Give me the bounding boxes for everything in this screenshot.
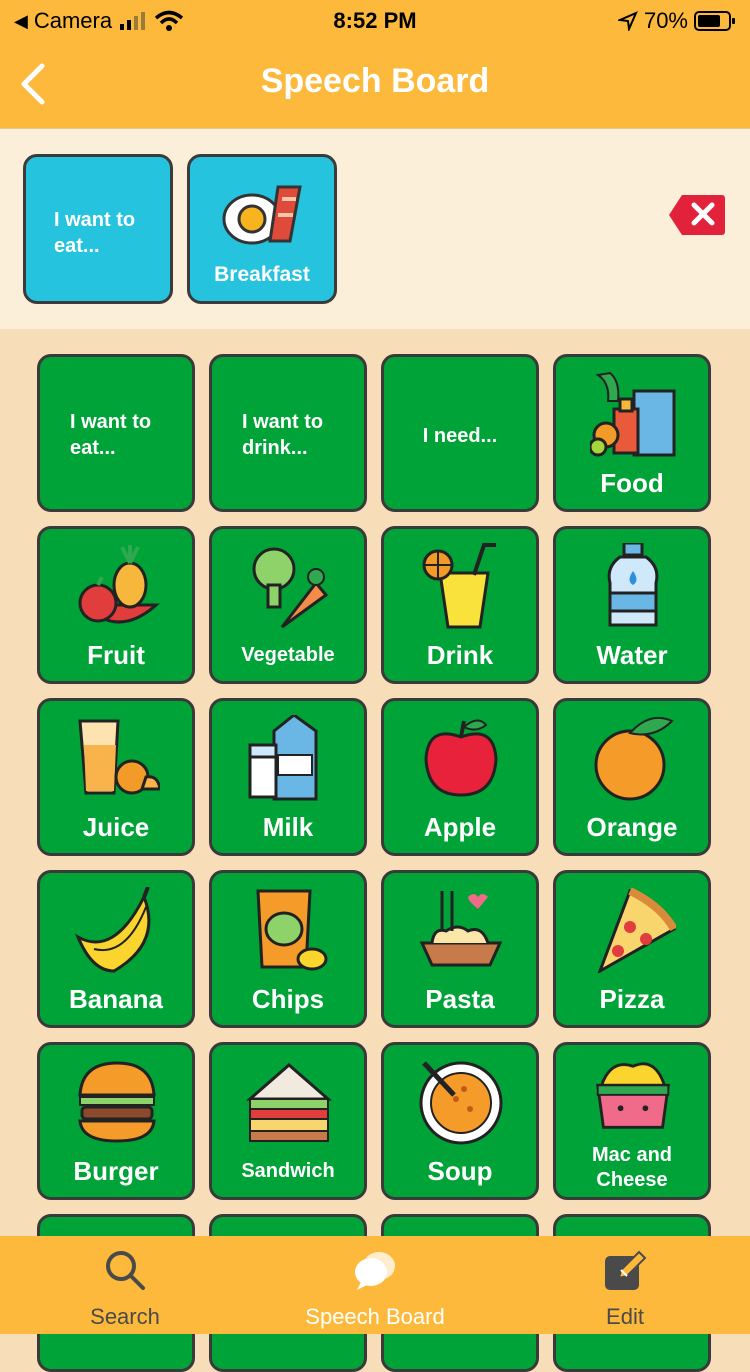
battery-percent: 70% (643, 8, 688, 33)
tile-text: I need... (422, 425, 498, 447)
tab-label: Edit (606, 1304, 644, 1329)
sentence-tile-text: I want to eat... (54, 209, 136, 257)
soup-icon (419, 1061, 503, 1145)
tile-i-want-to-drink[interactable]: I want to drink... (209, 354, 367, 512)
sentence-tile-breakfast[interactable]: Breakfast (187, 154, 337, 304)
tile-label: Apple (423, 812, 497, 842)
juice-icon (78, 719, 160, 795)
sentence-tile-label: Breakfast (214, 263, 310, 286)
tile-chips[interactable]: Chips (209, 870, 367, 1028)
tile-fruit[interactable]: Fruit (37, 526, 195, 684)
nav-bar: Speech Board (0, 40, 750, 128)
tile-banana[interactable]: Banana (37, 870, 195, 1028)
tile-text: I want to drink... (242, 411, 324, 459)
tile-label: Fruit (87, 640, 145, 670)
sentence-strip: I want to eat... Breakfast (0, 128, 750, 329)
chips-icon (256, 889, 328, 971)
tile-label: Pizza (599, 984, 665, 1014)
status-right: 70% (617, 8, 736, 34)
tab-bar: Search Speech Board Edit (0, 1236, 750, 1334)
sentence-tile-i-want-to-eat[interactable]: I want to eat... (23, 154, 173, 304)
tile-label: Chips (251, 984, 325, 1014)
search-icon (106, 1251, 145, 1290)
tab-label: Search (90, 1304, 160, 1329)
tile-pasta[interactable]: Pasta (381, 870, 539, 1028)
grocery-icon (590, 371, 676, 457)
tile-label: Burger (73, 1156, 159, 1186)
tab-speech-board[interactable]: Speech Board (250, 1236, 500, 1334)
tile-drink[interactable]: Drink (381, 526, 539, 684)
chat-bubbles-icon (355, 1252, 395, 1290)
tile-i-want-to-eat[interactable]: I want to eat... (37, 354, 195, 512)
tab-search[interactable]: Search (0, 1236, 250, 1334)
tile-milk[interactable]: Milk (209, 698, 367, 856)
battery-icon (694, 11, 735, 31)
location-arrow-icon (617, 11, 638, 31)
tile-label: Soup (427, 1156, 493, 1186)
tile-burger[interactable]: Burger (37, 1042, 195, 1200)
tile-sandwich[interactable]: Sandwich (209, 1042, 367, 1200)
tile-label: Banana (69, 984, 163, 1014)
tile-label: Orange (586, 812, 678, 842)
tile-label: Food (600, 468, 664, 498)
tile-text: I want to eat... (70, 411, 152, 459)
tile-pizza[interactable]: Pizza (553, 870, 711, 1028)
tile-label: Milk (262, 812, 314, 842)
tile-label: Vegetable (241, 644, 335, 666)
sandwich-icon (246, 1063, 332, 1142)
drink-icon (422, 543, 496, 629)
orange-icon (594, 717, 674, 801)
pizza-icon (597, 887, 676, 973)
tile-mac-and-cheese[interactable]: Mac and Cheese (553, 1042, 711, 1200)
fruit-icon (78, 545, 160, 624)
tile-label: Water (596, 640, 668, 670)
banana-icon (74, 887, 151, 973)
status-bar: ◀ Camera 8:52 PM 70% (0, 0, 750, 40)
tile-soup[interactable]: Soup (381, 1042, 539, 1200)
mac-and-cheese-icon (596, 1062, 670, 1129)
tile-label: Drink (426, 640, 494, 670)
tile-label: Pasta (425, 984, 495, 1014)
burger-icon (78, 1061, 156, 1143)
page-title: Speech Board (260, 62, 490, 100)
tile-label: Juice (82, 812, 150, 842)
tile-food[interactable]: Food (553, 354, 711, 512)
milk-icon (248, 715, 318, 801)
tile-label: Mac and Cheese (591, 1144, 673, 1191)
tile-water[interactable]: Water (553, 526, 711, 684)
tab-label: Speech Board (305, 1304, 445, 1329)
edit-icon (605, 1250, 647, 1290)
apple-icon (424, 719, 498, 797)
tile-label: Sandwich (241, 1160, 335, 1182)
tab-edit[interactable]: Edit (500, 1236, 750, 1334)
vegetable-icon (252, 547, 329, 629)
water-bottle-icon (607, 543, 659, 627)
tile-apple[interactable]: Apple (381, 698, 539, 856)
pasta-icon (419, 891, 503, 967)
tile-juice[interactable]: Juice (37, 698, 195, 856)
delete-backspace-icon[interactable] (668, 193, 726, 237)
tile-orange[interactable]: Orange (553, 698, 711, 856)
tile-i-need[interactable]: I need... (381, 354, 539, 512)
tile-vegetable[interactable]: Vegetable (209, 526, 367, 684)
breakfast-icon (222, 185, 302, 245)
